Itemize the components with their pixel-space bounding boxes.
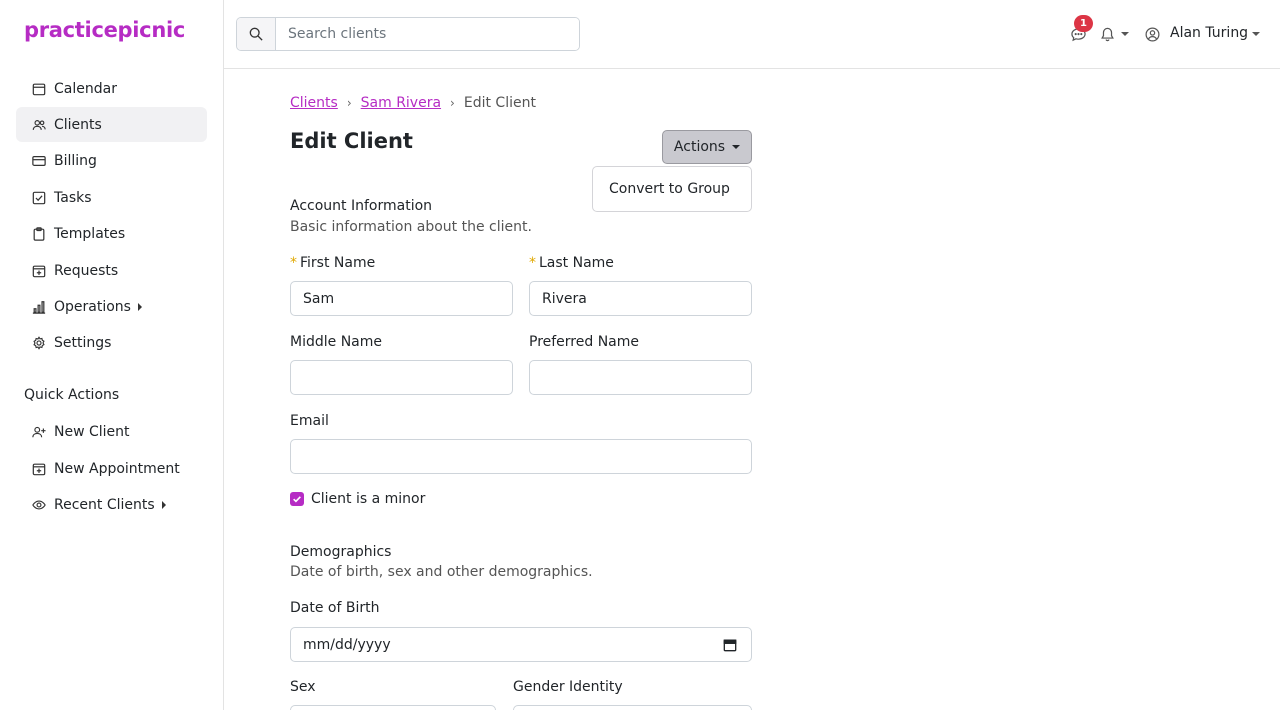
caret-down-icon — [732, 145, 741, 149]
sex-select[interactable] — [290, 705, 496, 710]
quick-action-recent-clients[interactable]: Recent Clients — [16, 487, 207, 522]
sidebar-item-label: Tasks — [54, 189, 92, 206]
preferred-name-field[interactable] — [529, 360, 752, 395]
sidebar-item-tasks[interactable]: Tasks — [16, 180, 207, 215]
user-avatar[interactable] — [1144, 26, 1160, 42]
sidebar-item-label: Billing — [54, 152, 97, 169]
email-field[interactable] — [290, 439, 752, 474]
sidebar: practicepicnic Calendar Clients Billing … — [0, 0, 224, 710]
credit-card-icon — [32, 154, 46, 168]
caret-right-icon — [137, 302, 142, 311]
chevron-right-icon: › — [450, 96, 455, 110]
sidebar-item-label: Recent Clients — [54, 496, 155, 513]
calendar-plus-icon — [32, 462, 46, 476]
account-section-heading: Account Information — [290, 198, 433, 214]
sidebar-item-label: Templates — [54, 225, 126, 242]
quick-actions-title: Quick Actions — [24, 387, 120, 403]
breadcrumb-client[interactable]: Sam Rivera — [361, 95, 441, 111]
required-asterisk: * — [529, 255, 536, 271]
quick-action-new-appointment[interactable]: New Appointment — [16, 451, 207, 486]
clipboard-icon — [32, 226, 46, 241]
gender-identity-label: Gender Identity — [513, 679, 623, 695]
page-title: Edit Client — [290, 129, 413, 153]
gender-identity-field[interactable] — [513, 705, 752, 710]
account-section-subheading: Basic information about the client. — [290, 219, 532, 235]
person-circle-icon — [1145, 27, 1159, 41]
calendar-icon[interactable] — [723, 638, 737, 652]
breadcrumb-current: Edit Client — [463, 95, 536, 111]
preferred-name-label: Preferred Name — [529, 334, 640, 350]
search-button[interactable] — [237, 18, 276, 50]
middle-name-label: Middle Name — [290, 334, 382, 350]
search-group — [236, 17, 580, 51]
actions-label: Actions — [673, 139, 726, 155]
top-header: 1 Alan Turing — [224, 0, 1280, 69]
sidebar-item-billing[interactable]: Billing — [16, 143, 207, 178]
sidebar-item-label: Operations — [54, 298, 131, 315]
required-asterisk: * — [290, 255, 297, 271]
minor-checkbox-label[interactable]: Client is a minor — [311, 491, 425, 507]
sidebar-item-settings[interactable]: Settings — [16, 325, 207, 360]
gear-icon — [32, 335, 46, 350]
person-plus-icon — [32, 425, 46, 439]
sidebar-item-operations[interactable]: Operations — [16, 289, 207, 324]
check-square-icon — [32, 191, 46, 205]
search-icon — [249, 27, 263, 41]
last-name-label: * Last Name — [529, 255, 614, 271]
notifications-caret-icon[interactable] — [1121, 32, 1129, 36]
demographics-section-heading: Demographics — [290, 544, 392, 560]
sidebar-item-label: Calendar — [54, 80, 117, 97]
first-name-label: * First Name — [290, 255, 376, 271]
sidebar-item-label: New Client — [54, 423, 130, 440]
minor-checkbox[interactable] — [290, 492, 304, 506]
sidebar-item-templates[interactable]: Templates — [16, 216, 207, 251]
calendar-icon — [32, 82, 46, 96]
notifications-button[interactable] — [1099, 26, 1115, 42]
user-menu-name[interactable]: Alan Turing — [1170, 25, 1248, 41]
user-menu-caret-icon[interactable] — [1252, 32, 1260, 36]
sidebar-item-clients[interactable]: Clients — [16, 107, 207, 142]
sex-label: Sex — [290, 679, 316, 695]
last-name-field[interactable]: Rivera — [529, 281, 752, 316]
actions-dropdown-button[interactable]: Actions — [662, 130, 752, 164]
chevron-right-icon: › — [346, 96, 352, 110]
middle-name-field[interactable] — [290, 360, 513, 395]
sidebar-item-label: New Appointment — [54, 460, 180, 477]
bar-chart-icon — [32, 300, 46, 314]
first-name-field[interactable]: Sam — [290, 281, 513, 316]
actions-dropdown-menu: Convert to Group — [592, 166, 752, 212]
eye-icon — [32, 498, 46, 512]
convert-to-group-item[interactable]: Convert to Group — [609, 181, 730, 197]
dob-placeholder: mm/dd/yyyy — [303, 636, 391, 653]
sidebar-item-label: Clients — [54, 116, 102, 133]
breadcrumb: Clients › Sam Rivera › Edit Client — [290, 95, 536, 111]
sidebar-item-label: Settings — [54, 334, 112, 351]
calendar-plus-icon — [32, 264, 46, 278]
demographics-section-subheading: Date of birth, sex and other demographic… — [290, 564, 593, 580]
messages-badge: 1 — [1074, 15, 1093, 32]
email-label: Email — [290, 413, 329, 429]
quick-action-new-client[interactable]: New Client — [16, 414, 207, 449]
people-icon — [32, 118, 46, 132]
sidebar-item-requests[interactable]: Requests — [16, 253, 207, 288]
bell-icon — [1100, 27, 1114, 41]
sidebar-item-label: Requests — [54, 262, 119, 279]
dob-field[interactable]: mm/dd/yyyy — [290, 627, 752, 662]
search-input[interactable] — [276, 18, 579, 50]
dob-label: Date of Birth — [290, 600, 380, 616]
sidebar-item-calendar[interactable]: Calendar — [16, 71, 207, 106]
caret-right-icon — [161, 500, 166, 509]
breadcrumb-clients[interactable]: Clients — [290, 95, 338, 111]
brand-logo[interactable]: practicepicnic — [24, 18, 185, 42]
check-icon — [293, 496, 301, 503]
